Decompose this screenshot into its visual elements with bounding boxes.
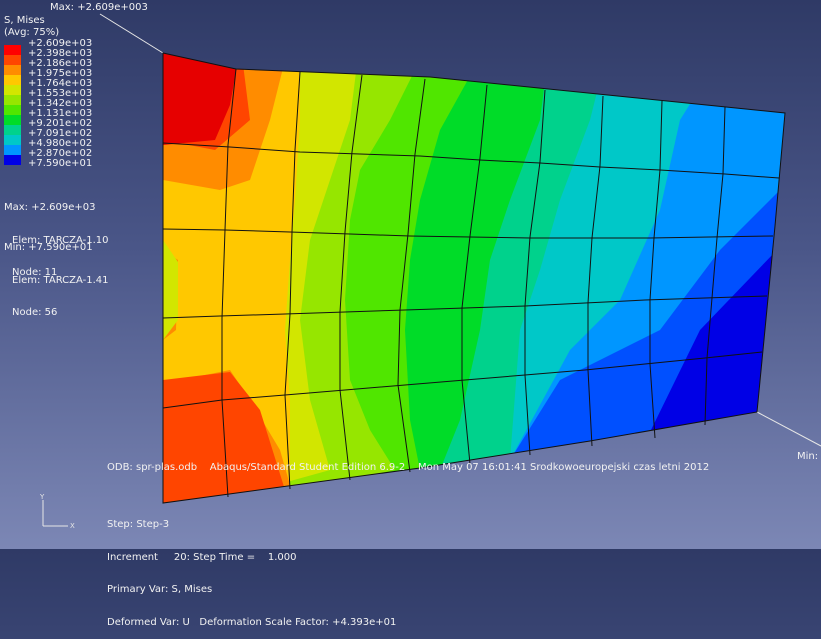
odb-info-line: ODB: spr-plas.odb Abaqus/Standard Studen… — [107, 462, 710, 473]
triad-y-label: Y — [39, 494, 45, 501]
triad-x-label: X — [70, 522, 75, 530]
deformed-var: Deformed Var: U Deformation Scale Factor… — [107, 616, 397, 628]
min-marker-label: Min: — [797, 451, 819, 462]
axis-triad: Y X — [39, 494, 75, 530]
max-marker-label: Max: +2.609e+003 — [50, 2, 148, 13]
step-name: Step: Step-3 — [107, 519, 170, 530]
max-leader-line — [99, 13, 164, 54]
contour-bands — [163, 53, 785, 503]
min-leader-line — [756, 411, 821, 447]
increment-info: Increment 20: Step Time = 1.000 — [107, 551, 297, 563]
step-info: Step: Step-3 Increment 20: Step Time = 1… — [107, 499, 396, 639]
primary-var: Primary Var: S, Mises — [107, 584, 213, 595]
